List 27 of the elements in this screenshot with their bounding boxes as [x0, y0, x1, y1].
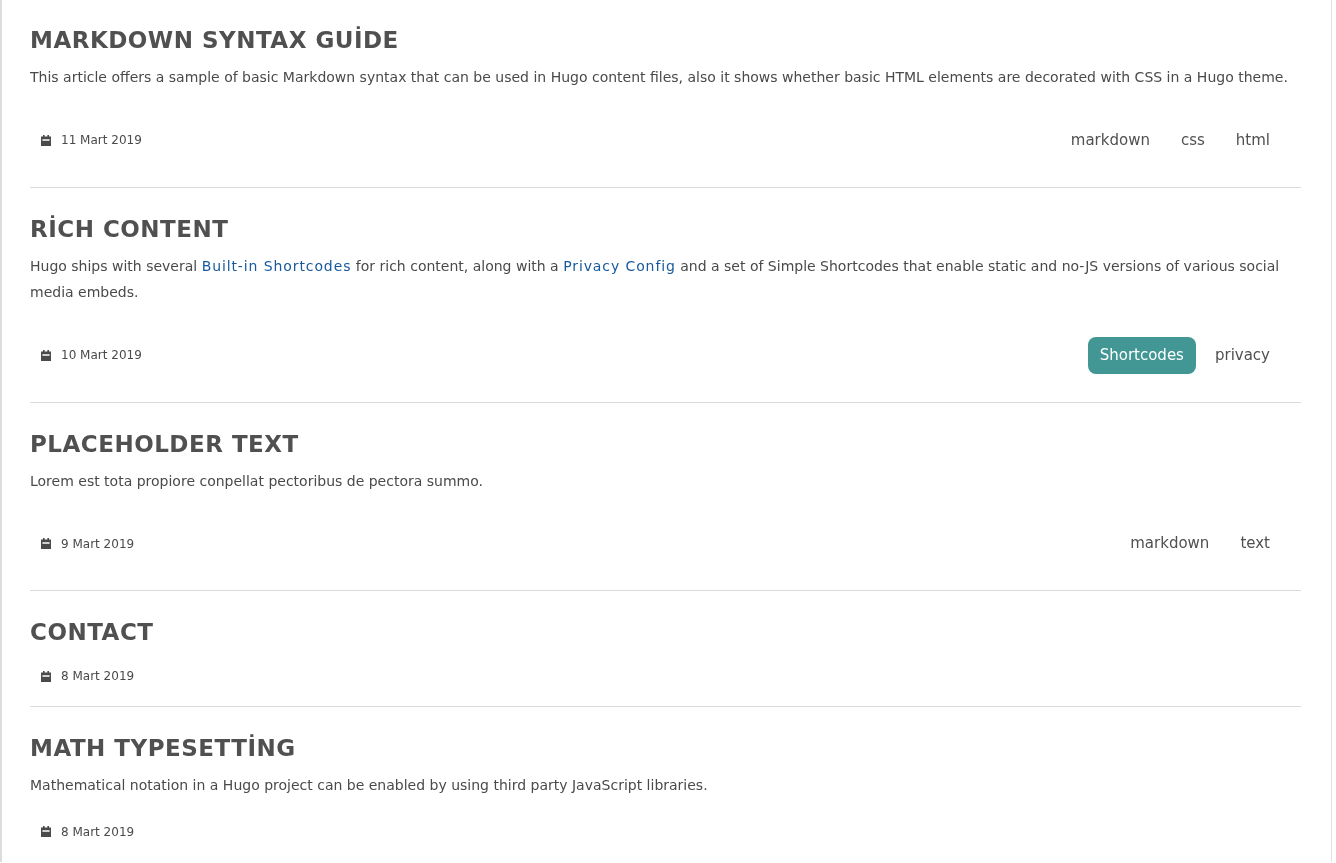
summary-link[interactable]: Privacy Config: [563, 257, 676, 274]
post-summary: This article offers a sample of basic Markdown syntax that can be used in Hugo content files, also it shows whether basic HTML elements are decorated with CSS in a Hugo theme.: [30, 68, 1289, 87]
summary-link[interactable]: Built-in Shortcodes: [201, 257, 352, 274]
post-date: 8 Mart 2019: [61, 668, 135, 685]
post-title[interactable]: PLACEHOLDER TEXT: [30, 429, 299, 458]
post-title[interactable]: RİCH CONTENT: [30, 214, 229, 243]
calendar-icon: [41, 826, 51, 837]
tag-link[interactable]: html: [1223, 121, 1282, 159]
calendar-icon: [41, 134, 51, 146]
post-date: 9 Mart 2019: [61, 535, 135, 553]
calendar-icon: [41, 670, 51, 682]
post-title[interactable]: MATH TYPESETTİNG: [30, 734, 296, 762]
post-date: 10 Mart 2019: [61, 347, 142, 364]
calendar-icon: [41, 349, 51, 361]
post-summary: Mathematical notation in a Hugo project can be enabled by using third party JavaScript libraries.: [30, 776, 709, 795]
post-summary: Hugo ships with several Built-in Shortcodes for rich content, along with a Privacy Config and a set of Simple Shortcodes that enable static and no-JS versions of various social media embeds.: [30, 256, 1281, 302]
post-date: 8 Mart 2019: [61, 823, 135, 841]
post-title[interactable]: CONTACT: [30, 618, 154, 646]
post-summary: Lorem est tota propiore conpellat pectoribus de pectora summo.: [30, 471, 484, 491]
tag-link[interactable]: text: [1228, 525, 1282, 562]
calendar-icon: [41, 538, 51, 549]
post-date: 11 Mart 2019: [61, 132, 142, 149]
tag-link[interactable]: privacy: [1202, 336, 1282, 374]
tag-link[interactable]: css: [1168, 121, 1217, 159]
tag-link[interactable]: markdown: [1118, 525, 1222, 562]
tag-link[interactable]: markdown: [1058, 121, 1162, 159]
post-title[interactable]: MARKDOWN SYNTAX GUİDE: [30, 26, 399, 54]
